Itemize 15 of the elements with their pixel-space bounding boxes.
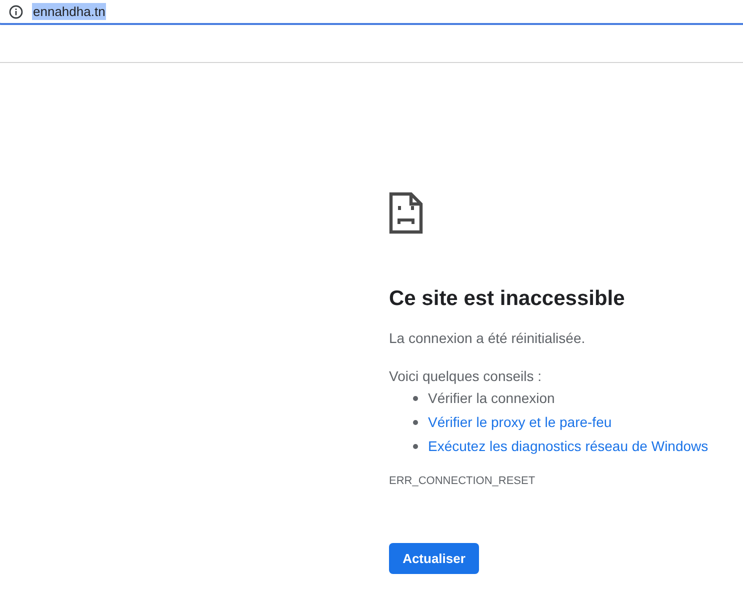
tip-link[interactable]: Vérifier le proxy et le pare-feu (428, 414, 612, 430)
tip-link[interactable]: Exécutez les diagnostics réseau de Windows (428, 438, 708, 454)
bullet-icon (413, 420, 418, 424)
sad-page-icon (389, 192, 423, 234)
info-icon[interactable] (9, 4, 23, 18)
error-code: ERR_CONNECTION_RESET (389, 475, 536, 487)
error-message: La connexion a été réinitialisée. (389, 329, 586, 348)
tips-heading: Voici quelques conseils : (389, 367, 543, 386)
address-bar[interactable]: ennahdha.tn (0, 0, 743, 25)
reload-button[interactable]: Actualiser (389, 543, 479, 574)
url-text: ennahdha.tn (32, 3, 106, 20)
bullet-icon (413, 396, 418, 400)
tip-text: Vérifier la connexion (428, 390, 555, 406)
error-title: Ce site est inaccessible (389, 286, 626, 312)
bullet-icon (413, 444, 418, 448)
